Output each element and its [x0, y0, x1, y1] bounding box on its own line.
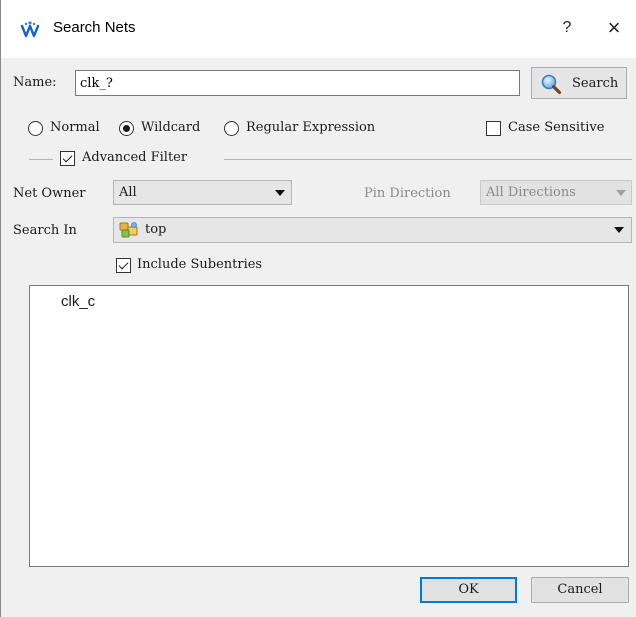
group-rule-right: [224, 159, 632, 160]
radio-wildcard-label: Wildcard: [141, 120, 201, 135]
help-button[interactable]: ?: [557, 16, 577, 40]
radio-normal-label: Normal: [50, 120, 100, 135]
include-subentries-checkbox[interactable]: [116, 258, 131, 273]
group-rule-left: [29, 159, 53, 160]
search-button[interactable]: Search: [531, 67, 627, 99]
case-sensitive-label: Case Sensitive: [508, 120, 605, 135]
advanced-filter-checkbox[interactable]: [60, 151, 75, 166]
net-owner-dropdown[interactable]: All: [113, 180, 292, 205]
case-sensitive-checkbox[interactable]: [486, 121, 501, 136]
search-in-value: top: [145, 222, 167, 237]
cancel-button[interactable]: Cancel: [531, 577, 629, 603]
search-in-label: Search In: [13, 223, 77, 238]
chevron-down-icon: [275, 190, 285, 196]
gowin-logo-icon: [20, 21, 40, 38]
search-in-dropdown[interactable]: top: [113, 217, 632, 243]
radio-normal[interactable]: [28, 121, 43, 136]
chevron-down-icon: [614, 227, 624, 233]
pin-direction-value: All Directions: [486, 185, 576, 200]
radio-regular-expression-label: Regular Expression: [246, 120, 376, 135]
ok-button[interactable]: OK: [420, 577, 517, 603]
pin-direction-label: Pin Direction: [364, 186, 451, 201]
list-item[interactable]: clk_c: [61, 293, 95, 310]
advanced-filter-label: Advanced Filter: [82, 150, 188, 165]
radio-regular-expression[interactable]: [224, 121, 239, 136]
pin-direction-dropdown[interactable]: All Directions: [480, 180, 632, 205]
include-subentries-label: Include Subentries: [137, 257, 263, 272]
title-bar[interactable]: Search Nets ? ×: [1, 0, 636, 58]
window-title: Search Nets: [53, 19, 136, 36]
name-input[interactable]: [75, 70, 520, 96]
results-list[interactable]: clk_c: [29, 285, 629, 567]
name-label: Name:: [13, 75, 57, 90]
magnifier-icon: [541, 74, 562, 95]
net-owner-value: All: [119, 185, 137, 200]
module-hierarchy-icon: [119, 222, 138, 238]
search-button-label: Search: [572, 76, 619, 91]
net-owner-label: Net Owner: [13, 186, 86, 201]
search-nets-dialog: Search Nets ? × Name: Search Normal Wild…: [0, 0, 636, 617]
chevron-down-icon: [616, 190, 626, 196]
close-button[interactable]: ×: [601, 15, 627, 41]
radio-wildcard[interactable]: [119, 121, 134, 136]
